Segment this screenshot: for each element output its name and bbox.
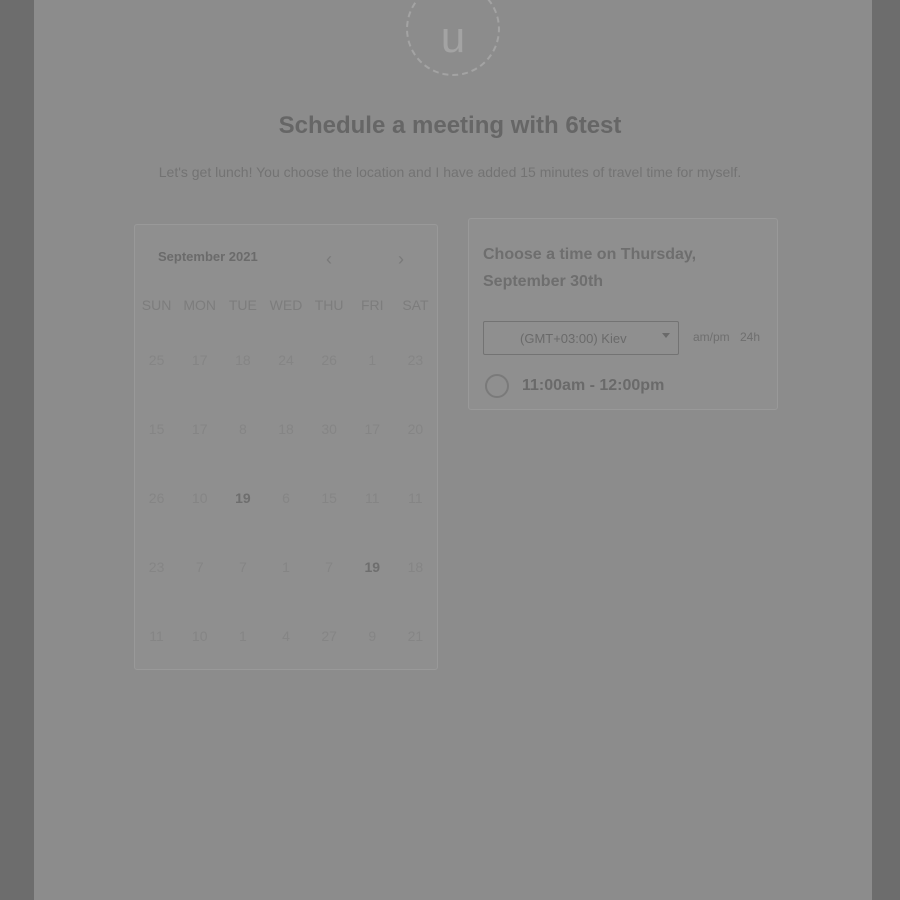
avatar-letter: u	[440, 13, 466, 62]
chevron-left-icon[interactable]: ‹	[317, 247, 341, 271]
calendar-day: 20	[407, 420, 424, 437]
page-description: Let's get lunch! You choose the location…	[158, 164, 742, 180]
calendar-day: 23	[407, 351, 424, 368]
calendar-day: 24	[278, 351, 294, 368]
format-ampm-toggle[interactable]: am/pm	[693, 330, 730, 344]
calendar-day: 10	[191, 489, 208, 506]
time-picker-heading: Choose a time on Thursday, September 30t…	[483, 246, 697, 290]
calendar-day-available[interactable]: 19	[351, 532, 394, 601]
calendar-day: 17	[364, 420, 381, 437]
calendar-day: 9	[368, 627, 377, 644]
calendar-day: 4	[282, 627, 290, 644]
calendar-day-available[interactable]: 19	[221, 463, 264, 532]
month-label: September 2021	[158, 249, 258, 264]
weekday-header: SUN MON TUE WED THU FRI SAT	[135, 297, 437, 313]
weekday-label: SUN	[141, 297, 172, 313]
weekday-label: MON	[183, 297, 217, 313]
calendar: September 2021 ‹ › SUN MON TUE WED THU FRI SAT…	[134, 224, 438, 670]
calendar-day: 11	[408, 489, 423, 506]
calendar-day: 1	[368, 351, 377, 368]
weekday-label: TUE	[228, 297, 257, 313]
calendar-day: 11	[149, 627, 164, 644]
calendar-day: 15	[321, 489, 337, 506]
calendar-day: 15	[148, 420, 165, 437]
calendar-day: 1	[282, 558, 290, 575]
calendar-day: 7	[325, 558, 334, 575]
calendar-header: September 2021 ‹ ›	[135, 225, 437, 289]
calendar-day: 27	[321, 627, 337, 644]
radio-button[interactable]	[485, 374, 509, 398]
calendar-day: 30	[321, 420, 337, 437]
time-slot[interactable]: 11:00am - 12:00pm	[485, 374, 664, 398]
timezone-value: (GMT+03:00) Kiev	[520, 330, 627, 346]
time-slot-label: 11:00am - 12:00pm	[522, 377, 665, 394]
calendar-day: 1	[238, 627, 247, 644]
calendar-day: 26	[321, 351, 337, 368]
chevron-right-icon[interactable]: ›	[389, 247, 413, 271]
calendar-day: 8	[238, 420, 247, 437]
format-24h-toggle[interactable]: 24h	[740, 330, 760, 344]
calendar-days: 25 17 18 24 26 1 23 15 17 8 18 30 17 20 26 10 19 6 15 11 11 2…	[135, 325, 437, 670]
calendar-day: 21	[407, 627, 424, 644]
timezone-select[interactable]: (GMT+03:00) Kiev	[483, 321, 679, 355]
weekday-label: WED	[269, 297, 303, 313]
calendar-day: 23	[148, 558, 165, 575]
calendar-day: 18	[407, 558, 424, 575]
calendar-day: 17	[191, 420, 208, 437]
calendar-day: 10	[191, 627, 208, 644]
calendar-day: 18	[278, 420, 294, 437]
time-picker: Choose a time on Thursday, September 30t…	[468, 218, 778, 410]
calendar-day: 7	[238, 558, 247, 575]
caret-down-icon	[662, 333, 670, 338]
weekday-label: FRI	[360, 297, 384, 313]
calendar-day: 17	[191, 351, 208, 368]
weekday-label: THU	[314, 297, 344, 313]
weekday-label: SAT	[402, 297, 429, 313]
calendar-day: 11	[365, 489, 380, 506]
calendar-day: 7	[195, 558, 204, 575]
calendar-day: 18	[235, 351, 251, 368]
calendar-day: 26	[148, 489, 165, 506]
calendar-day: 25	[148, 351, 165, 368]
page-title: Schedule a meeting with 6test	[278, 112, 622, 139]
calendar-day: 6	[282, 489, 290, 506]
